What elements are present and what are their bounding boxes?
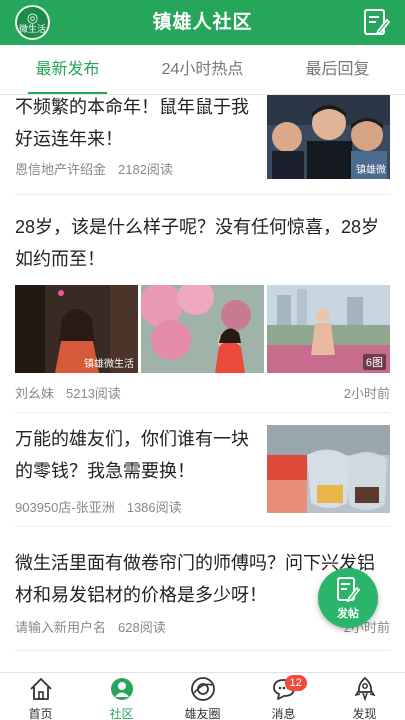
- post-item[interactable]: 不频繁的本命年！鼠年鼠于我好运连年来！ 恩信地产许绍金 2182阅读 镇雄微: [15, 95, 390, 195]
- app-logo[interactable]: ◎ 微生活: [15, 5, 50, 40]
- discover-icon: [353, 677, 376, 702]
- tab-latest[interactable]: 最新发布: [0, 45, 135, 94]
- nav-friends-circle[interactable]: 雄友圈: [162, 673, 243, 720]
- new-post-label: 发帖: [337, 608, 359, 620]
- tab-bar: 最新发布 24小时热点 最后回复: [0, 45, 405, 95]
- post-item[interactable]: 万能的雄友们，你们谁有一块的零钱？我急需要换！ 903950店-张亚洲 1386…: [15, 423, 390, 527]
- post-thumbnail[interactable]: [267, 425, 390, 513]
- tab-last-reply[interactable]: 最后回复: [270, 45, 405, 94]
- image-watermark: 镇雄微生活: [84, 359, 134, 370]
- post-image-2[interactable]: [141, 285, 264, 373]
- nav-community[interactable]: 社区: [81, 673, 162, 720]
- compose-icon: [364, 9, 391, 36]
- tab-24h-hot[interactable]: 24小时热点: [135, 45, 270, 94]
- post-image-3[interactable]: 6图: [267, 285, 390, 373]
- post-meta: 903950店-张亚洲 1386阅读: [15, 497, 255, 516]
- nav-messages[interactable]: 12 消息: [243, 673, 324, 720]
- post-author: 刘幺妹: [15, 386, 55, 401]
- community-icon: [110, 678, 133, 700]
- post-title: 万能的雄友们，你们谁有一块的零钱？我急需要换！: [15, 429, 249, 481]
- post-read-count: 2182阅读: [118, 162, 173, 177]
- logo-symbol-icon: ◎: [26, 10, 39, 25]
- home-icon: [29, 678, 52, 700]
- post-image-1[interactable]: 镇雄微生活: [15, 285, 138, 373]
- app-header: ◎ 微生活 镇雄人社区: [0, 0, 405, 45]
- post-read-count: 5213阅读: [66, 386, 121, 401]
- post-item[interactable]: 28岁，该是什么样子呢？没有任何惊喜，28岁如约而至！ 镇雄微生活 6图 刘幺妹…: [15, 211, 390, 413]
- nav-community-label: 社区: [109, 707, 134, 720]
- post-meta: 刘幺妹 5213阅读 2小时前: [15, 383, 390, 402]
- thumbnail-watermark: 镇雄微: [356, 165, 386, 176]
- new-post-icon: [337, 577, 360, 603]
- friends-circle-icon: [190, 677, 215, 701]
- post-time: 2小时前: [343, 386, 390, 401]
- post-author: 恩信地产许绍金: [15, 162, 107, 177]
- nav-messages-label: 消息: [271, 707, 296, 720]
- post-author: 请输入新用户名: [15, 620, 107, 635]
- post-thumbnail[interactable]: 镇雄微: [267, 95, 390, 179]
- post-read-count: 628阅读: [118, 620, 166, 635]
- post-author: 903950店-张亚洲: [15, 500, 115, 515]
- nav-home[interactable]: 首页: [0, 673, 81, 720]
- post-title: 28岁，该是什么样子呢？没有任何惊喜，28岁如约而至！: [15, 217, 380, 269]
- new-post-button[interactable]: 发帖: [318, 568, 378, 628]
- message-count-badge: 12: [284, 675, 307, 691]
- compose-button[interactable]: [361, 7, 391, 37]
- post-title: 不频繁的本命年！鼠年鼠于我好运连年来！: [15, 97, 249, 149]
- bottom-nav: 首页 社区 雄友圈 12 消息 发现: [0, 672, 405, 720]
- page-title: 镇雄人社区: [152, 12, 253, 33]
- image-count-badge: 6图: [362, 354, 386, 370]
- nav-friends-circle-label: 雄友圈: [184, 707, 221, 720]
- nav-discover[interactable]: 发现: [324, 673, 405, 720]
- logo-text: 微生活: [18, 24, 46, 34]
- post-read-count: 1386阅读: [126, 500, 182, 515]
- nav-home-label: 首页: [28, 707, 53, 720]
- nav-discover-label: 发现: [352, 707, 377, 720]
- post-meta: 恩信地产许绍金 2182阅读: [15, 159, 255, 178]
